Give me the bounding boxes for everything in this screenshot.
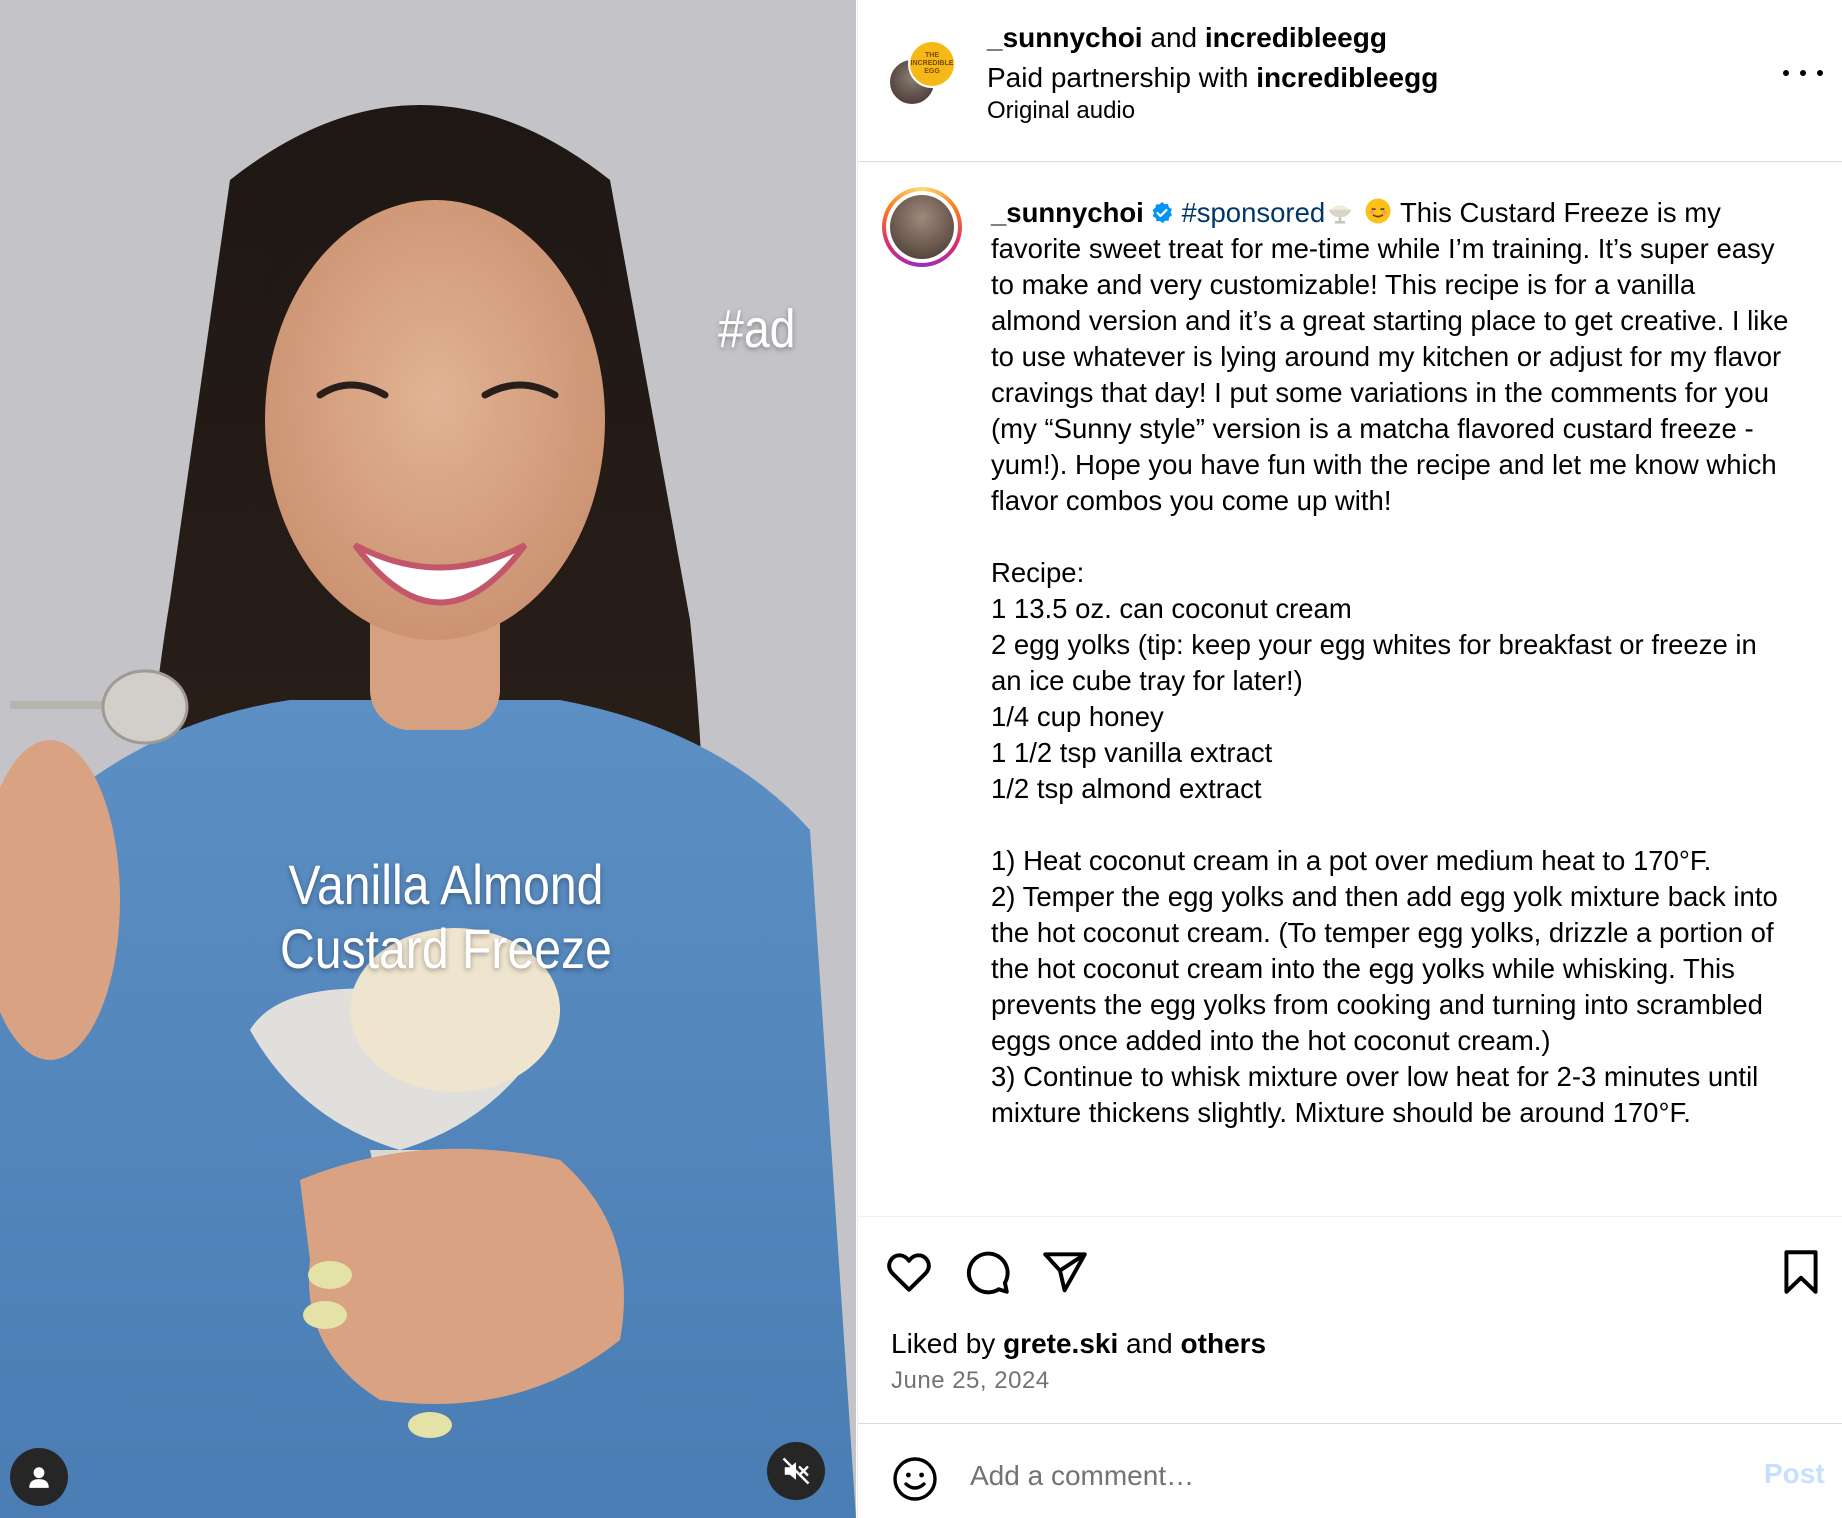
caption-author-avatar[interactable] [882, 187, 962, 267]
relieved-face-emoji-icon [1365, 198, 1391, 224]
comment-bar: Post [858, 1423, 1842, 1518]
likes-summary: Liked by grete.ski and others [891, 1326, 1266, 1362]
post-actions-bar [858, 1216, 1842, 1306]
share-icon[interactable] [1040, 1247, 1090, 1297]
video-title-line-1: Vanilla Almond [288, 853, 604, 916]
post-side-panel: THE INCREDIBLE EGG _sunnychoi and incred… [857, 0, 1842, 1518]
liked-by-user-link[interactable]: grete.ski [1003, 1328, 1118, 1359]
partner-logo-text: THE INCREDIBLE EGG [910, 52, 954, 75]
caption-body: This Custard Freeze is my favorite sweet… [991, 197, 1789, 1128]
paid-partnership-label: Paid partnership with incredibleegg [987, 60, 1438, 96]
tagged-users-button[interactable] [10, 1448, 68, 1506]
comment-input[interactable] [970, 1454, 1730, 1498]
audio-link[interactable]: Original audio [987, 96, 1135, 126]
liked-by-prefix: Liked by [891, 1328, 1004, 1359]
sponsored-hashtag-link[interactable]: #sponsored [1181, 197, 1325, 228]
verified-icon [1152, 202, 1172, 223]
post-header: THE INCREDIBLE EGG _sunnychoi and incred… [858, 0, 1842, 162]
video-title-line-2: Custard Freeze [280, 917, 612, 980]
caption-username-link[interactable]: _sunnychoi [991, 197, 1144, 228]
post-media[interactable]: #ad Vanilla Almond Custard Freeze [0, 0, 856, 1518]
heart-icon[interactable] [884, 1247, 934, 1297]
video-frame [0, 0, 856, 1518]
partner-avatar[interactable]: THE INCREDIBLE EGG [908, 40, 956, 88]
user-tag-icon [29, 1467, 49, 1488]
caption-section[interactable]: _sunnychoi #sponsored This Custard Freez… [858, 163, 1842, 1215]
post-comment-button[interactable]: Post [1764, 1458, 1825, 1490]
partner-link[interactable]: incredibleegg [1256, 62, 1438, 93]
video-title-overlay: Vanilla Almond Custard Freeze [280, 853, 612, 981]
liked-by-joiner: and [1118, 1328, 1181, 1359]
bookmark-icon[interactable] [1776, 1247, 1826, 1297]
more-icon [1783, 70, 1789, 76]
mute-toggle-button[interactable] [767, 1442, 825, 1500]
caption-text: _sunnychoi #sponsored This Custard Freez… [991, 195, 1791, 1131]
partnership-prefix: Paid partnership with [987, 62, 1257, 93]
authors-joiner: and [1142, 22, 1205, 53]
post-date[interactable]: June 25, 2024 [891, 1366, 1050, 1396]
custard-emoji-icon [1328, 205, 1352, 224]
author-username-link[interactable]: _sunnychoi [987, 22, 1143, 53]
ad-overlay-text: #ad [718, 299, 796, 359]
emoji-icon[interactable] [891, 1455, 939, 1503]
liked-by-others-link[interactable]: others [1181, 1328, 1267, 1359]
coauthor-username-link[interactable]: incredibleegg [1205, 22, 1387, 53]
comment-icon[interactable] [962, 1247, 1012, 1297]
mute-icon [782, 1457, 810, 1485]
post-authors: _sunnychoi and incredibleegg [987, 20, 1387, 56]
more-options-button[interactable] [1783, 58, 1823, 88]
